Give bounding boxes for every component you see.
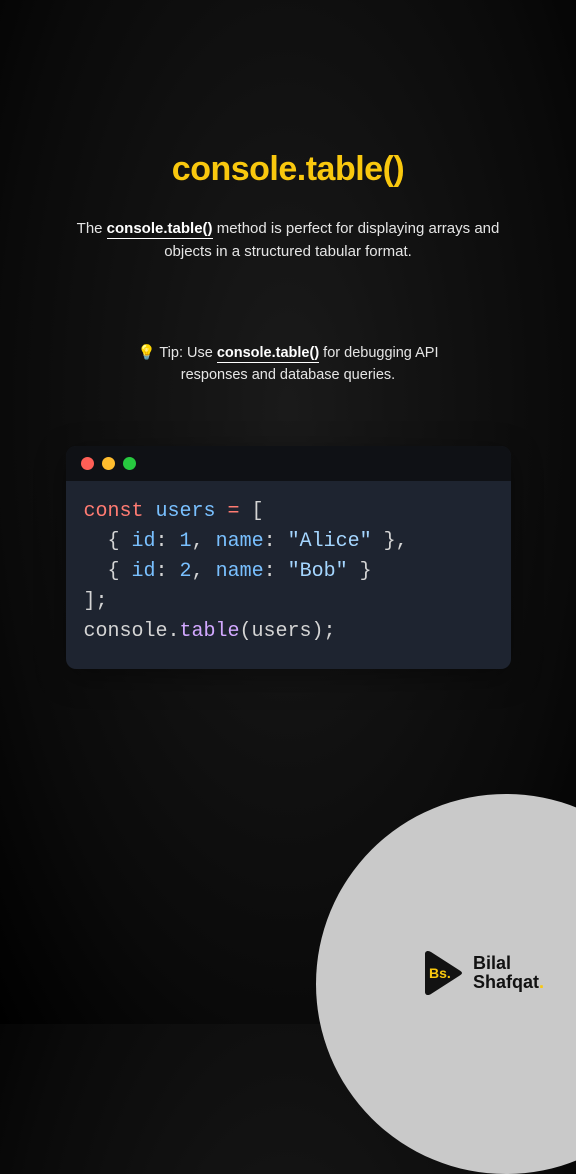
code-token: name — [216, 560, 264, 583]
close-dot-icon — [81, 457, 94, 470]
desc-post: method is perfect for displaying arrays … — [164, 220, 499, 260]
code-token: console — [84, 620, 168, 643]
code-token: { — [84, 530, 132, 553]
logo-badge-text: Bs. — [429, 965, 451, 981]
code-token: { — [84, 560, 132, 583]
code-token: 2 — [180, 560, 192, 583]
code-token: "Alice" — [288, 530, 372, 553]
code-token: [ — [240, 500, 264, 523]
code-token: ]; — [84, 590, 108, 613]
code-token: users — [144, 500, 228, 523]
code-window: const users = [ { id: 1, name: "Alice" }… — [66, 446, 511, 669]
logo-badge-icon: Bs. — [419, 950, 465, 996]
code-token: 1 — [180, 530, 192, 553]
code-token: , — [192, 560, 216, 583]
logo-line1: Bilal — [473, 954, 544, 973]
code-token: : — [156, 530, 180, 553]
code-token: "Bob" — [288, 560, 348, 583]
code-token: const — [84, 500, 144, 523]
code-token: (users); — [240, 620, 336, 643]
code-token: = — [228, 500, 240, 523]
code-token: . — [168, 620, 180, 643]
code-token: } — [348, 560, 372, 583]
code-token: name — [216, 530, 264, 553]
desc-pre: The — [77, 220, 107, 237]
minimize-dot-icon — [102, 457, 115, 470]
code-token: }, — [372, 530, 408, 553]
logo-text: Bilal Shafqat. — [473, 954, 544, 992]
code-block: const users = [ { id: 1, name: "Alice" }… — [66, 481, 511, 669]
code-token: , — [192, 530, 216, 553]
main-content: console.table() The console.table() meth… — [0, 0, 576, 669]
maximize-dot-icon — [123, 457, 136, 470]
code-token: : — [156, 560, 180, 583]
tip-text: 💡 Tip: Use console.table() for debugging… — [108, 342, 468, 387]
code-token: table — [180, 620, 240, 643]
code-token: id — [132, 530, 156, 553]
tip-emph: console.table() — [217, 345, 319, 363]
author-logo: Bs. Bilal Shafqat. — [419, 950, 544, 996]
description-text: The console.table() method is perfect fo… — [58, 217, 518, 264]
tip-icon: 💡 — [138, 345, 156, 361]
logo-line2: Shafqat. — [473, 973, 544, 992]
tip-pre: Tip: Use — [156, 345, 217, 361]
code-token: : — [264, 560, 288, 583]
code-token: : — [264, 530, 288, 553]
code-token: id — [132, 560, 156, 583]
window-titlebar — [66, 446, 511, 481]
desc-emph: console.table() — [107, 220, 213, 239]
page-title: console.table() — [172, 150, 404, 189]
